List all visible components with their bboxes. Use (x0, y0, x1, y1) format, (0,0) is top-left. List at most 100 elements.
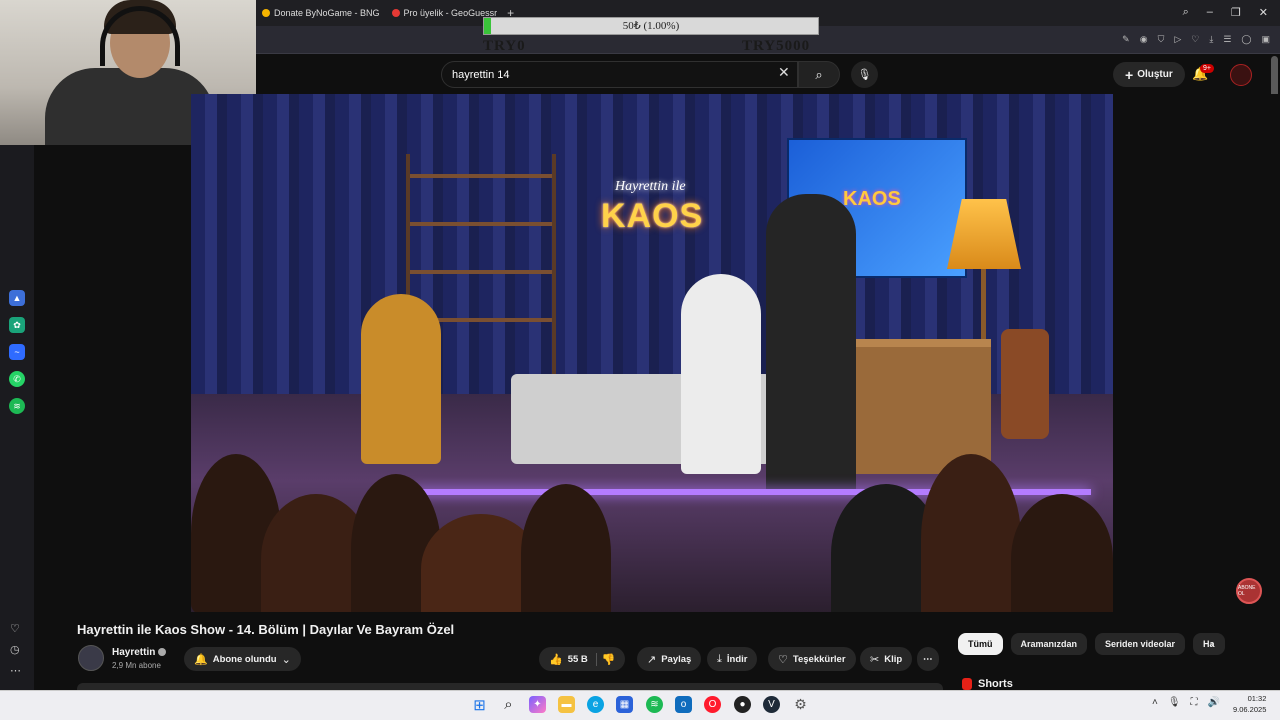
edit-icon[interactable]: ✎ (1122, 34, 1130, 45)
system-tray: ˄ 🎙 ⛶ 🔊 (1152, 697, 1220, 708)
donation-progress-bar: 50₺ (1.00%) (483, 17, 819, 35)
play-icon[interactable]: ▷ (1174, 34, 1181, 45)
heart-icon[interactable]: ♡ (1191, 34, 1199, 45)
channel-avatar[interactable] (78, 645, 104, 671)
restore-button[interactable]: ❐ (1231, 6, 1241, 19)
search-input[interactable]: hayrettin 14 (441, 61, 798, 88)
plus-icon: + (1125, 66, 1134, 83)
chevron-right-icon[interactable]: › (1210, 637, 1214, 651)
thumbs-up-icon: 👍 (549, 653, 563, 666)
clip-button[interactable]: ✂ Klip (860, 647, 913, 671)
window-controls: ⌕ – ❐ ✕ (1171, 0, 1280, 25)
create-button[interactable]: + Oluştur (1113, 62, 1185, 87)
video-title: Hayrettin ile Kaos Show - 14. Bölüm | Da… (77, 622, 455, 637)
vpn-icon[interactable]: V (763, 696, 780, 713)
like-count: 55 B (567, 653, 588, 665)
spotify-icon[interactable]: ≋ (646, 696, 663, 713)
share-label: Paylaş (661, 653, 692, 665)
chevron-down-icon: ⌄ (281, 653, 291, 666)
network-icon[interactable]: ⛶ (1191, 697, 1198, 708)
search-button[interactable]: ⌕ (798, 61, 840, 88)
search-icon[interactable]: ⌕ (500, 696, 517, 713)
subscriber-count: 2,9 Mn abone (112, 661, 161, 670)
search-icon: ⌕ (815, 66, 823, 82)
microphone-icon: 🎙 (857, 69, 872, 81)
minimize-button[interactable]: – (1207, 6, 1213, 19)
related-filter-chips: Tümü Aramanızdan Seriden videolar Ha (958, 633, 1225, 655)
taskbar-clock[interactable]: 01:32 9.06.2025 (1233, 693, 1266, 715)
channel-name-text: Hayrettin (112, 647, 156, 658)
voice-search-button[interactable]: 🎙 (851, 61, 878, 88)
like-button[interactable]: 👍 55 B (549, 652, 597, 666)
windows-start-icon[interactable]: ⊞ (471, 696, 488, 714)
chip-series[interactable]: Seriden videolar (1095, 633, 1186, 655)
extension-icon[interactable]: ▣ (1261, 34, 1270, 45)
chevron-up-icon[interactable]: ˄ (1152, 697, 1158, 708)
volume-icon[interactable]: 🔊 (1208, 697, 1220, 708)
thanks-button[interactable]: ♡ Teşekkürler (768, 647, 856, 671)
browser-sidebar: ▲ ✿ ~ ✆ ≋ ♡ ◷ ⋯ (0, 145, 34, 690)
audience (191, 434, 1113, 612)
menu-icon[interactable]: ☰ (1223, 34, 1231, 45)
more-icon[interactable]: ⋯ (10, 664, 21, 677)
more-actions-button[interactable]: ⋯ (917, 647, 939, 671)
heart-icon[interactable]: ♡ (10, 622, 20, 635)
neon-sign-big: KAOS (601, 197, 704, 235)
channel-name[interactable]: Hayrettin (112, 647, 167, 658)
clock-date: 9.06.2025 (1233, 705, 1267, 714)
extension-icons: ✎ ◉ ⛉ ▷ ♡ ⤓ ☰ ◯ ▣ (1122, 34, 1270, 45)
aria-icon[interactable]: ▲ (9, 290, 25, 306)
donation-progress-text: 50₺ (1.00%) (622, 20, 680, 32)
donation-progress-fill (484, 18, 491, 34)
scissors-icon: ✂ (870, 653, 880, 666)
profile-icon[interactable]: ◯ (1241, 34, 1251, 45)
chip-from-search[interactable]: Aramanızdan (1010, 633, 1088, 655)
shorts-label: Shorts (978, 678, 1013, 690)
outlook-icon[interactable]: o (675, 696, 692, 713)
download-icon[interactable]: ⤓ (1209, 34, 1213, 45)
settings-gear-icon[interactable]: ⚙ (792, 696, 809, 713)
file-explorer-icon[interactable]: ▬ (558, 696, 575, 713)
copilot-icon[interactable]: ✦ (529, 696, 546, 713)
bynogame-favicon-icon (262, 9, 270, 17)
shorts-icon (962, 678, 972, 690)
video-player[interactable]: KAOS Hayrettin ile KAOS (191, 94, 1113, 612)
messenger-icon[interactable]: ~ (9, 344, 25, 360)
shield-icon[interactable]: ⛉ (1158, 34, 1165, 45)
chip-more[interactable]: Ha (1193, 633, 1225, 655)
microphone-icon[interactable]: 🎙 (1168, 697, 1181, 708)
account-avatar[interactable] (1230, 64, 1252, 86)
history-icon[interactable]: ◷ (10, 643, 20, 656)
search-icon[interactable]: ⌕ (1183, 6, 1189, 19)
chip-all[interactable]: Tümü (958, 633, 1003, 655)
donation-min-label: TRY0 (483, 38, 526, 54)
tab-donate[interactable]: Donate ByNoGame - BNG (256, 0, 386, 26)
clear-search-icon[interactable]: ✕ (778, 64, 790, 81)
dislike-button[interactable]: 👎 (602, 653, 616, 666)
windows-taskbar (0, 690, 1280, 720)
donation-max-label: TRY5000 (742, 38, 811, 54)
spotify-icon[interactable]: ≋ (9, 398, 25, 414)
thanks-label: Teşekkürler (792, 653, 846, 665)
host-chair (1001, 329, 1049, 439)
neon-sign: Hayrettin ile KAOS (601, 179, 731, 259)
download-label: İndir (726, 653, 748, 665)
download-button[interactable]: ⤓ İndir (707, 647, 758, 671)
thanks-icon: ♡ (778, 653, 788, 666)
camera-icon[interactable]: ◉ (1140, 34, 1148, 45)
store-icon[interactable]: ▦ (616, 696, 633, 713)
neon-sign-small: Hayrettin ile (615, 179, 686, 194)
notification-count-badge: 9+ (1200, 64, 1214, 73)
close-button[interactable]: ✕ (1259, 6, 1268, 19)
geoguessr-favicon-icon (391, 9, 400, 17)
opera-icon[interactable]: O (704, 696, 721, 713)
chatgpt-icon[interactable]: ✿ (9, 317, 25, 333)
share-button[interactable]: ↗ Paylaş (637, 647, 702, 671)
screen-logo-text: KAOS (843, 188, 901, 210)
share-icon: ↗ (647, 653, 657, 666)
whatsapp-icon[interactable]: ✆ (9, 371, 25, 387)
subscribe-watermark[interactable]: ABONE OL (1236, 578, 1262, 604)
subscribe-button[interactable]: 🔔 Abone olundu ⌄ (184, 647, 301, 671)
obs-icon[interactable]: ● (734, 696, 751, 713)
edge-icon[interactable]: e (587, 696, 604, 713)
